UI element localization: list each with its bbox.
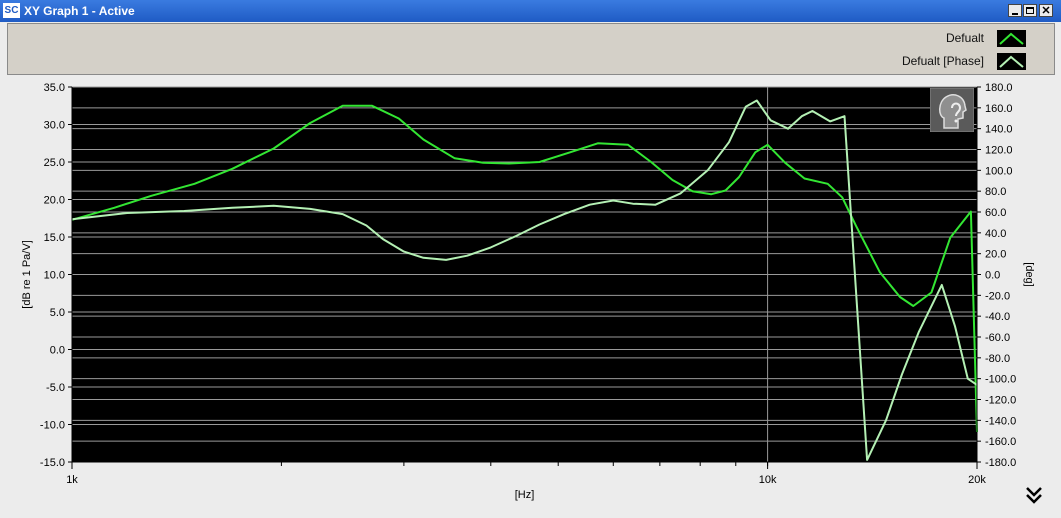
y-tick-label: 10.0 xyxy=(44,270,65,282)
head-help-icon[interactable] xyxy=(929,87,975,133)
y-tick-label: -10.0 xyxy=(40,420,65,432)
y2-tick-label: -100.0 xyxy=(985,374,1016,386)
y2-tick-label: 180.0 xyxy=(985,82,1013,94)
y2-tick-label: 80.0 xyxy=(985,186,1006,198)
x-tick-label: 1k xyxy=(66,474,78,486)
y2-tick-label: 0.0 xyxy=(985,270,1000,282)
y-tick-label: 25.0 xyxy=(44,157,65,169)
y2-tick-label: 160.0 xyxy=(985,103,1013,115)
y-tick-label: -15.0 xyxy=(40,457,65,469)
y2-tick-label: -140.0 xyxy=(985,415,1016,427)
y2-tick-label: 20.0 xyxy=(985,249,1006,261)
y-tick-label: 0.0 xyxy=(50,345,65,357)
y-tick-label: 35.0 xyxy=(44,82,65,94)
y2-tick-label: 40.0 xyxy=(985,228,1006,240)
y2-tick-label: -160.0 xyxy=(985,436,1016,448)
y2-tick-label: -80.0 xyxy=(985,353,1010,365)
xy-graph[interactable]: 35.0 30.0 25.0 20.0 15.0 10.0 5.0 0.0 -5.0 -10.0 -… xyxy=(0,0,1061,518)
y-tick-label: 20.0 xyxy=(44,195,65,207)
y2-tick-label: 120.0 xyxy=(985,145,1013,157)
y2-tick-label: 100.0 xyxy=(985,165,1013,177)
x-tick-label: 20k xyxy=(968,474,986,486)
y2-tick-label: -40.0 xyxy=(985,311,1010,323)
y2-tick-label: -20.0 xyxy=(985,290,1010,302)
y-tick-label: 15.0 xyxy=(44,232,65,244)
y2-tick-label: 60.0 xyxy=(985,207,1006,219)
y-tick-label: -5.0 xyxy=(46,382,65,394)
x-axis-title: [Hz] xyxy=(515,489,535,501)
y2-tick-label: -60.0 xyxy=(985,332,1010,344)
y2-axis-title: [deg] xyxy=(1023,262,1035,286)
y-tick-label: 30.0 xyxy=(44,120,65,132)
x-tick-label: 10k xyxy=(759,474,777,486)
y-tick-label: 5.0 xyxy=(50,307,65,319)
double-chevron-down-icon[interactable] xyxy=(1023,484,1045,506)
y2-tick-label: -180.0 xyxy=(985,457,1016,469)
y2-tick-label: 140.0 xyxy=(985,124,1013,136)
y-axis-title: [dB re 1 Pa/V] xyxy=(21,240,33,308)
y2-tick-label: -120.0 xyxy=(985,395,1016,407)
